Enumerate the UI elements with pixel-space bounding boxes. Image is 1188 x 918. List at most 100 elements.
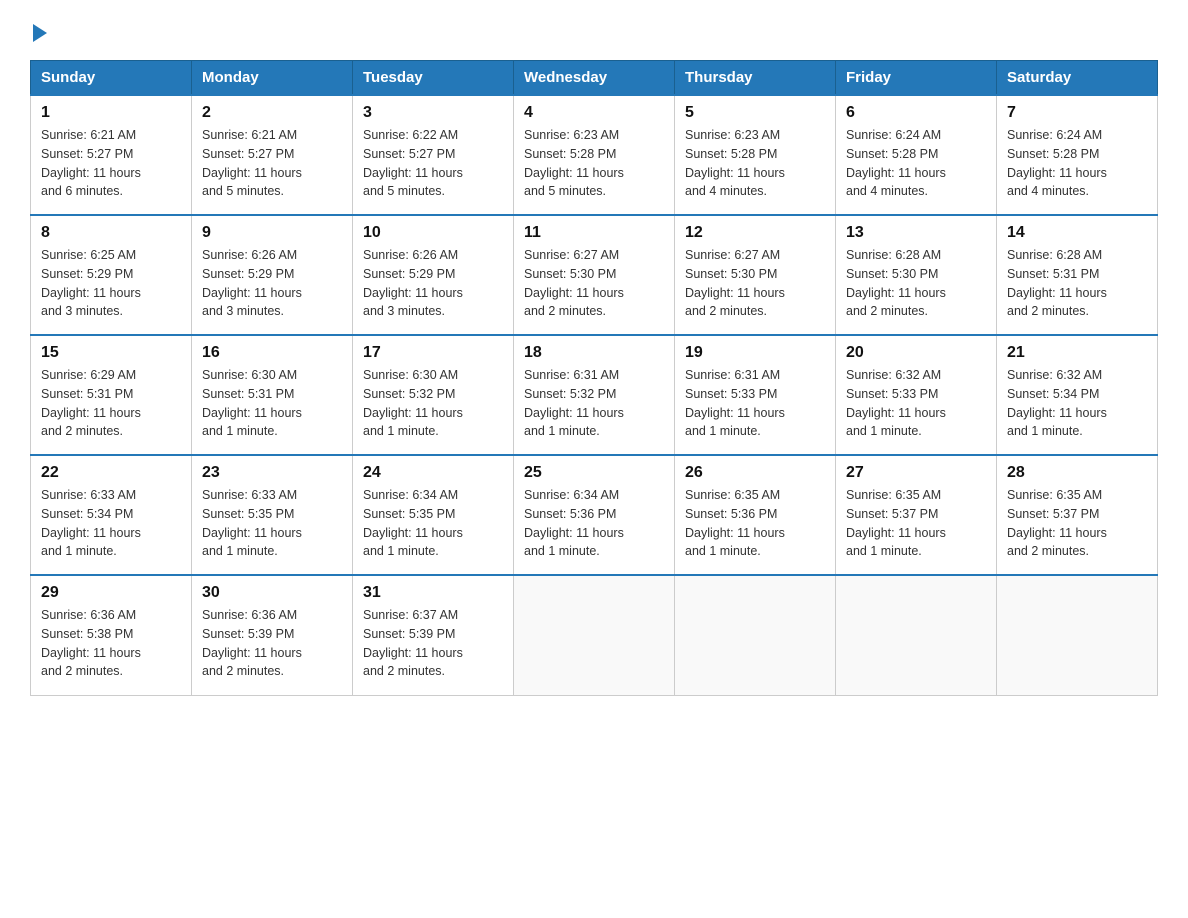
calendar-cell: 17 Sunrise: 6:30 AM Sunset: 5:32 PM Dayl… (353, 335, 514, 455)
calendar-cell: 2 Sunrise: 6:21 AM Sunset: 5:27 PM Dayli… (192, 95, 353, 215)
day-number: 28 (1007, 464, 1147, 482)
day-info: Sunrise: 6:28 AM Sunset: 5:31 PM Dayligh… (1007, 246, 1147, 321)
day-info: Sunrise: 6:37 AM Sunset: 5:39 PM Dayligh… (363, 606, 503, 681)
header-tuesday: Tuesday (353, 61, 514, 96)
day-number: 22 (41, 464, 181, 482)
calendar-cell: 12 Sunrise: 6:27 AM Sunset: 5:30 PM Dayl… (675, 215, 836, 335)
day-number: 12 (685, 224, 825, 242)
week-row-1: 1 Sunrise: 6:21 AM Sunset: 5:27 PM Dayli… (31, 95, 1158, 215)
day-number: 27 (846, 464, 986, 482)
calendar-cell: 9 Sunrise: 6:26 AM Sunset: 5:29 PM Dayli… (192, 215, 353, 335)
day-info: Sunrise: 6:23 AM Sunset: 5:28 PM Dayligh… (685, 126, 825, 201)
day-info: Sunrise: 6:24 AM Sunset: 5:28 PM Dayligh… (846, 126, 986, 201)
day-number: 30 (202, 584, 342, 602)
day-info: Sunrise: 6:31 AM Sunset: 5:33 PM Dayligh… (685, 366, 825, 441)
calendar-table: SundayMondayTuesdayWednesdayThursdayFrid… (30, 60, 1158, 696)
calendar-cell: 8 Sunrise: 6:25 AM Sunset: 5:29 PM Dayli… (31, 215, 192, 335)
calendar-cell: 31 Sunrise: 6:37 AM Sunset: 5:39 PM Dayl… (353, 575, 514, 695)
day-info: Sunrise: 6:29 AM Sunset: 5:31 PM Dayligh… (41, 366, 181, 441)
calendar-cell: 13 Sunrise: 6:28 AM Sunset: 5:30 PM Dayl… (836, 215, 997, 335)
header-wednesday: Wednesday (514, 61, 675, 96)
calendar-cell: 21 Sunrise: 6:32 AM Sunset: 5:34 PM Dayl… (997, 335, 1158, 455)
day-info: Sunrise: 6:32 AM Sunset: 5:34 PM Dayligh… (1007, 366, 1147, 441)
day-number: 3 (363, 104, 503, 122)
day-number: 10 (363, 224, 503, 242)
day-info: Sunrise: 6:31 AM Sunset: 5:32 PM Dayligh… (524, 366, 664, 441)
day-number: 7 (1007, 104, 1147, 122)
week-row-4: 22 Sunrise: 6:33 AM Sunset: 5:34 PM Dayl… (31, 455, 1158, 575)
day-info: Sunrise: 6:32 AM Sunset: 5:33 PM Dayligh… (846, 366, 986, 441)
calendar-cell: 25 Sunrise: 6:34 AM Sunset: 5:36 PM Dayl… (514, 455, 675, 575)
day-info: Sunrise: 6:34 AM Sunset: 5:35 PM Dayligh… (363, 486, 503, 561)
day-info: Sunrise: 6:23 AM Sunset: 5:28 PM Dayligh… (524, 126, 664, 201)
day-number: 20 (846, 344, 986, 362)
day-number: 11 (524, 224, 664, 242)
day-info: Sunrise: 6:36 AM Sunset: 5:39 PM Dayligh… (202, 606, 342, 681)
logo-arrow-icon (33, 24, 47, 42)
day-number: 4 (524, 104, 664, 122)
day-number: 24 (363, 464, 503, 482)
day-info: Sunrise: 6:33 AM Sunset: 5:35 PM Dayligh… (202, 486, 342, 561)
header-monday: Monday (192, 61, 353, 96)
day-info: Sunrise: 6:24 AM Sunset: 5:28 PM Dayligh… (1007, 126, 1147, 201)
day-number: 8 (41, 224, 181, 242)
header-sunday: Sunday (31, 61, 192, 96)
header-thursday: Thursday (675, 61, 836, 96)
day-info: Sunrise: 6:35 AM Sunset: 5:37 PM Dayligh… (1007, 486, 1147, 561)
logo (30, 20, 47, 44)
calendar-cell: 29 Sunrise: 6:36 AM Sunset: 5:38 PM Dayl… (31, 575, 192, 695)
calendar-cell: 6 Sunrise: 6:24 AM Sunset: 5:28 PM Dayli… (836, 95, 997, 215)
day-info: Sunrise: 6:36 AM Sunset: 5:38 PM Dayligh… (41, 606, 181, 681)
day-number: 26 (685, 464, 825, 482)
calendar-cell: 28 Sunrise: 6:35 AM Sunset: 5:37 PM Dayl… (997, 455, 1158, 575)
calendar-cell: 11 Sunrise: 6:27 AM Sunset: 5:30 PM Dayl… (514, 215, 675, 335)
calendar-cell: 23 Sunrise: 6:33 AM Sunset: 5:35 PM Dayl… (192, 455, 353, 575)
day-number: 15 (41, 344, 181, 362)
calendar-cell: 27 Sunrise: 6:35 AM Sunset: 5:37 PM Dayl… (836, 455, 997, 575)
calendar-cell (836, 575, 997, 695)
calendar-cell: 3 Sunrise: 6:22 AM Sunset: 5:27 PM Dayli… (353, 95, 514, 215)
day-number: 1 (41, 104, 181, 122)
day-info: Sunrise: 6:33 AM Sunset: 5:34 PM Dayligh… (41, 486, 181, 561)
calendar-cell: 14 Sunrise: 6:28 AM Sunset: 5:31 PM Dayl… (997, 215, 1158, 335)
day-info: Sunrise: 6:21 AM Sunset: 5:27 PM Dayligh… (41, 126, 181, 201)
day-info: Sunrise: 6:27 AM Sunset: 5:30 PM Dayligh… (524, 246, 664, 321)
day-number: 31 (363, 584, 503, 602)
calendar-cell: 26 Sunrise: 6:35 AM Sunset: 5:36 PM Dayl… (675, 455, 836, 575)
day-number: 29 (41, 584, 181, 602)
calendar-cell: 1 Sunrise: 6:21 AM Sunset: 5:27 PM Dayli… (31, 95, 192, 215)
day-number: 9 (202, 224, 342, 242)
week-row-3: 15 Sunrise: 6:29 AM Sunset: 5:31 PM Dayl… (31, 335, 1158, 455)
header-friday: Friday (836, 61, 997, 96)
calendar-cell (675, 575, 836, 695)
calendar-cell: 16 Sunrise: 6:30 AM Sunset: 5:31 PM Dayl… (192, 335, 353, 455)
day-number: 25 (524, 464, 664, 482)
day-info: Sunrise: 6:26 AM Sunset: 5:29 PM Dayligh… (202, 246, 342, 321)
day-info: Sunrise: 6:26 AM Sunset: 5:29 PM Dayligh… (363, 246, 503, 321)
day-number: 16 (202, 344, 342, 362)
day-info: Sunrise: 6:22 AM Sunset: 5:27 PM Dayligh… (363, 126, 503, 201)
page-header (30, 20, 1158, 44)
day-info: Sunrise: 6:35 AM Sunset: 5:36 PM Dayligh… (685, 486, 825, 561)
calendar-cell: 19 Sunrise: 6:31 AM Sunset: 5:33 PM Dayl… (675, 335, 836, 455)
calendar-cell: 10 Sunrise: 6:26 AM Sunset: 5:29 PM Dayl… (353, 215, 514, 335)
calendar-cell: 24 Sunrise: 6:34 AM Sunset: 5:35 PM Dayl… (353, 455, 514, 575)
calendar-cell: 20 Sunrise: 6:32 AM Sunset: 5:33 PM Dayl… (836, 335, 997, 455)
calendar-cell: 4 Sunrise: 6:23 AM Sunset: 5:28 PM Dayli… (514, 95, 675, 215)
day-info: Sunrise: 6:30 AM Sunset: 5:32 PM Dayligh… (363, 366, 503, 441)
calendar-cell: 7 Sunrise: 6:24 AM Sunset: 5:28 PM Dayli… (997, 95, 1158, 215)
day-number: 18 (524, 344, 664, 362)
calendar-cell: 15 Sunrise: 6:29 AM Sunset: 5:31 PM Dayl… (31, 335, 192, 455)
day-info: Sunrise: 6:35 AM Sunset: 5:37 PM Dayligh… (846, 486, 986, 561)
day-info: Sunrise: 6:25 AM Sunset: 5:29 PM Dayligh… (41, 246, 181, 321)
calendar-cell: 18 Sunrise: 6:31 AM Sunset: 5:32 PM Dayl… (514, 335, 675, 455)
day-info: Sunrise: 6:28 AM Sunset: 5:30 PM Dayligh… (846, 246, 986, 321)
day-number: 14 (1007, 224, 1147, 242)
day-info: Sunrise: 6:21 AM Sunset: 5:27 PM Dayligh… (202, 126, 342, 201)
calendar-cell: 5 Sunrise: 6:23 AM Sunset: 5:28 PM Dayli… (675, 95, 836, 215)
day-info: Sunrise: 6:34 AM Sunset: 5:36 PM Dayligh… (524, 486, 664, 561)
calendar-cell: 22 Sunrise: 6:33 AM Sunset: 5:34 PM Dayl… (31, 455, 192, 575)
header-row: SundayMondayTuesdayWednesdayThursdayFrid… (31, 61, 1158, 96)
header-saturday: Saturday (997, 61, 1158, 96)
day-number: 6 (846, 104, 986, 122)
